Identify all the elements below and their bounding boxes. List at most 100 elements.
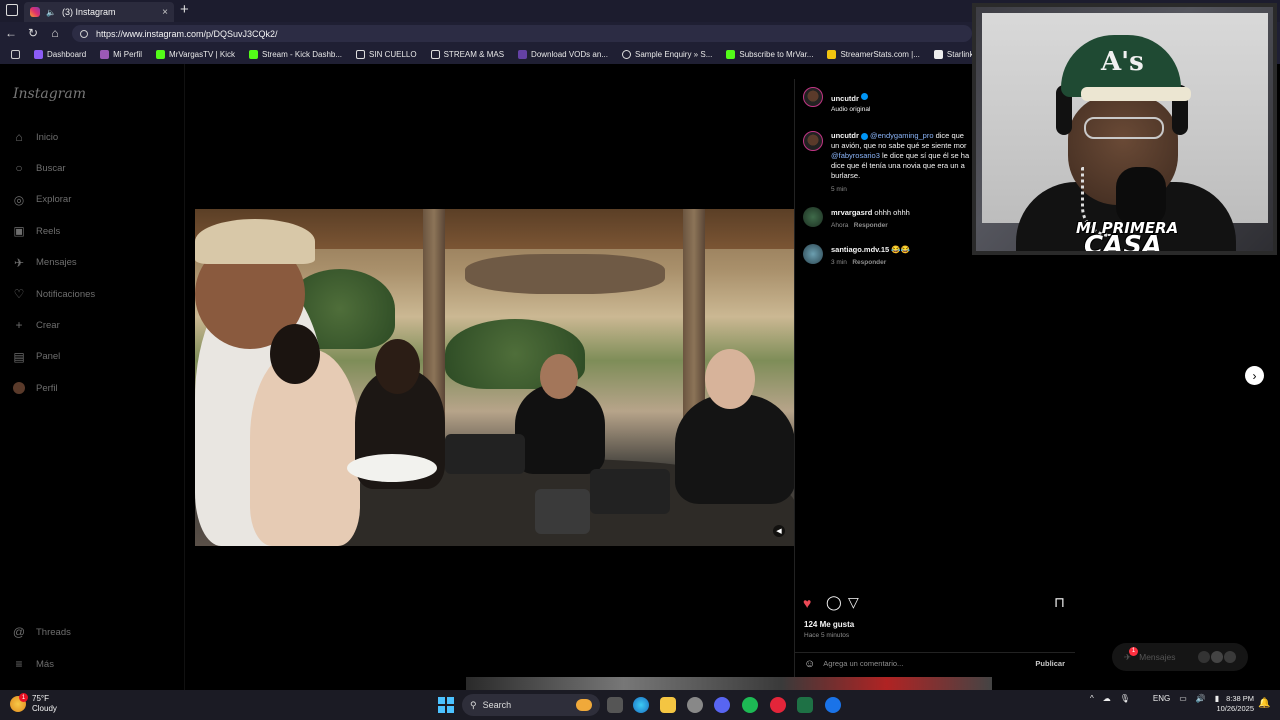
bookmark-item[interactable]: Subscribe to MrVar... bbox=[719, 49, 820, 59]
audio-label[interactable]: Audio original bbox=[831, 106, 870, 113]
app-icon[interactable] bbox=[825, 697, 841, 713]
volume-icon[interactable]: 🔊 bbox=[1196, 694, 1206, 703]
messages-button[interactable]: ✈ 1 Mensajes bbox=[1112, 643, 1248, 671]
microphone-tray-icon[interactable]: 🎙 bbox=[1120, 694, 1130, 703]
plus-icon: + bbox=[15, 318, 23, 333]
folder-icon bbox=[356, 49, 366, 59]
weather-widget[interactable]: 1 75°F Cloudy bbox=[10, 693, 57, 714]
opera-icon[interactable] bbox=[770, 697, 786, 713]
instagram-favicon-icon bbox=[30, 7, 40, 17]
url-field[interactable]: https://www.instagram.com/p/DQSuvJ3CQk2/ bbox=[72, 25, 972, 42]
publish-button[interactable]: Publicar bbox=[1035, 659, 1065, 668]
post-time: Hace 5 minutos bbox=[804, 632, 850, 639]
video-bag bbox=[445, 434, 525, 474]
file-explorer-icon[interactable] bbox=[660, 697, 676, 713]
speaker-icon[interactable]: 🔈 bbox=[46, 8, 56, 17]
network-icon[interactable]: ▭ bbox=[1179, 694, 1187, 703]
task-view-icon[interactable] bbox=[607, 697, 623, 713]
threads-icon: @ bbox=[12, 625, 26, 639]
comment-text: ohhh ohhh bbox=[874, 208, 910, 217]
site-info-icon[interactable] bbox=[80, 29, 88, 38]
taskbar-search[interactable]: ⚲ Search bbox=[462, 694, 600, 716]
share-icon[interactable]: ▽ bbox=[848, 594, 859, 611]
post-video[interactable]: ◀ bbox=[195, 209, 794, 546]
temperature: 75°F bbox=[32, 694, 49, 703]
bookmarks-menu-icon[interactable] bbox=[4, 49, 27, 59]
caption-username[interactable]: uncutdr bbox=[831, 131, 859, 140]
edge-icon[interactable] bbox=[633, 697, 649, 713]
chatgpt-icon[interactable] bbox=[687, 697, 703, 713]
sidebar-item-mensajes[interactable]: ✈ Mensajes bbox=[12, 252, 172, 274]
author-avatar[interactable] bbox=[803, 87, 823, 107]
sidebar-item-panel[interactable]: ▤ Panel bbox=[12, 346, 172, 368]
bookmark-item[interactable]: Stream - Kick Dashb... bbox=[242, 49, 349, 59]
comment-icon[interactable]: ◯ bbox=[826, 594, 842, 611]
browser-tab[interactable]: 🔈 (3) Instagram × bbox=[24, 2, 174, 22]
tray-app-icon[interactable]: ☁ bbox=[1103, 694, 1111, 703]
bookmark-label: StreamerStats.com |... bbox=[840, 49, 920, 59]
sidebar-item-label: Buscar bbox=[36, 162, 66, 174]
comment-input[interactable]: Agrega un comentario... bbox=[823, 659, 903, 668]
like-heart-icon[interactable]: ♥ bbox=[803, 595, 811, 611]
comment-username[interactable]: santiago.mdv.15 bbox=[831, 245, 889, 254]
comment-avatar[interactable] bbox=[803, 207, 823, 227]
bookmark-item[interactable]: Dashboard bbox=[27, 49, 93, 59]
sidebar-item-reels[interactable]: ▣ Reels bbox=[12, 220, 172, 242]
reply-button[interactable]: Responder bbox=[852, 259, 886, 266]
messages-badge: 1 bbox=[1129, 646, 1138, 656]
sidebar-item-notificaciones[interactable]: ♡ Notificaciones bbox=[12, 283, 172, 305]
bookmark-item[interactable]: Download VODs an... bbox=[511, 49, 615, 59]
bookmark-label: MrVargasTV | Kick bbox=[169, 49, 235, 59]
excel-icon[interactable] bbox=[797, 697, 813, 713]
next-post-button[interactable]: › bbox=[1245, 366, 1264, 385]
author-username[interactable]: uncutdr bbox=[831, 94, 859, 103]
tray-chevron-icon[interactable]: ^ bbox=[1090, 694, 1094, 703]
reload-icon[interactable]: ↻ bbox=[22, 26, 44, 40]
weather-sun-icon: 1 bbox=[10, 693, 28, 712]
sidebar-item-más[interactable]: ≡ Más bbox=[12, 653, 172, 675]
start-button[interactable] bbox=[438, 697, 454, 713]
home-button-icon[interactable]: ⌂ bbox=[44, 26, 66, 40]
sidebar-item-inicio[interactable]: ⌂ Inicio bbox=[12, 126, 172, 148]
spotify-icon[interactable] bbox=[742, 697, 758, 713]
discord-icon[interactable] bbox=[714, 697, 730, 713]
bookmark-item[interactable]: SIN CUELLO bbox=[349, 49, 424, 59]
tab-actions-icon[interactable] bbox=[6, 4, 18, 16]
bookmark-label: Stream - Kick Dashb... bbox=[261, 49, 343, 59]
back-icon[interactable]: ← bbox=[0, 26, 22, 40]
mute-icon[interactable]: ◀ bbox=[773, 525, 785, 537]
video-person-head bbox=[375, 339, 420, 394]
bookmark-item[interactable]: MrVargasTV | Kick bbox=[149, 49, 242, 59]
verified-badge-icon bbox=[860, 132, 868, 140]
sidebar-item-perfil[interactable]: Perfil bbox=[12, 377, 172, 399]
bookmark-favicon-icon bbox=[933, 49, 943, 59]
notification-bell-icon[interactable]: 🔔 bbox=[1258, 698, 1270, 709]
sidebar-item-explorar[interactable]: ◎ Explorar bbox=[12, 189, 172, 211]
caption-mention[interactable]: @endygaming_pro bbox=[870, 131, 934, 140]
caption-mention[interactable]: @fabyrosario3 bbox=[831, 151, 880, 160]
taskbar-clock[interactable]: 8:38 PM 10/26/2025 bbox=[1212, 694, 1254, 714]
new-tab-button[interactable]: + bbox=[180, 1, 189, 18]
sidebar-item-label: Crear bbox=[36, 319, 60, 331]
tab-close-icon[interactable]: × bbox=[162, 7, 168, 18]
language-indicator[interactable]: ENG bbox=[1153, 694, 1170, 703]
sidebar-item-threads[interactable]: @ Threads bbox=[12, 621, 172, 643]
reply-button[interactable]: Responder bbox=[854, 222, 888, 229]
caption-avatar[interactable] bbox=[803, 131, 823, 151]
comment-username[interactable]: mrvargasrd bbox=[831, 208, 872, 217]
emoji-icon[interactable]: ☺ bbox=[804, 658, 815, 670]
bookmark-label: Dashboard bbox=[47, 49, 87, 59]
likes-count[interactable]: 124 Me gusta bbox=[804, 620, 854, 629]
bookmark-item[interactable]: Mi Perfil bbox=[93, 49, 149, 59]
system-tray: ^ ☁ 🎙 ENG ▭ 🔊 ▮ bbox=[1090, 694, 1219, 703]
verified-badge-icon bbox=[860, 93, 868, 101]
save-bookmark-icon[interactable]: ⊓ bbox=[1054, 594, 1065, 611]
comment-avatar[interactable] bbox=[803, 244, 823, 264]
sidebar-item-buscar[interactable]: ○ Buscar bbox=[12, 157, 172, 179]
bookmark-item[interactable]: STREAM & MAS bbox=[424, 49, 511, 59]
search-icon: ⚲ bbox=[470, 699, 477, 710]
bookmark-item[interactable]: Sample Enquiry » S... bbox=[615, 49, 719, 59]
bookmark-item[interactable]: StreamerStats.com |... bbox=[820, 49, 926, 59]
sidebar-item-crear[interactable]: + Crear bbox=[12, 314, 172, 336]
instagram-logo[interactable]: Instagram bbox=[13, 86, 86, 102]
